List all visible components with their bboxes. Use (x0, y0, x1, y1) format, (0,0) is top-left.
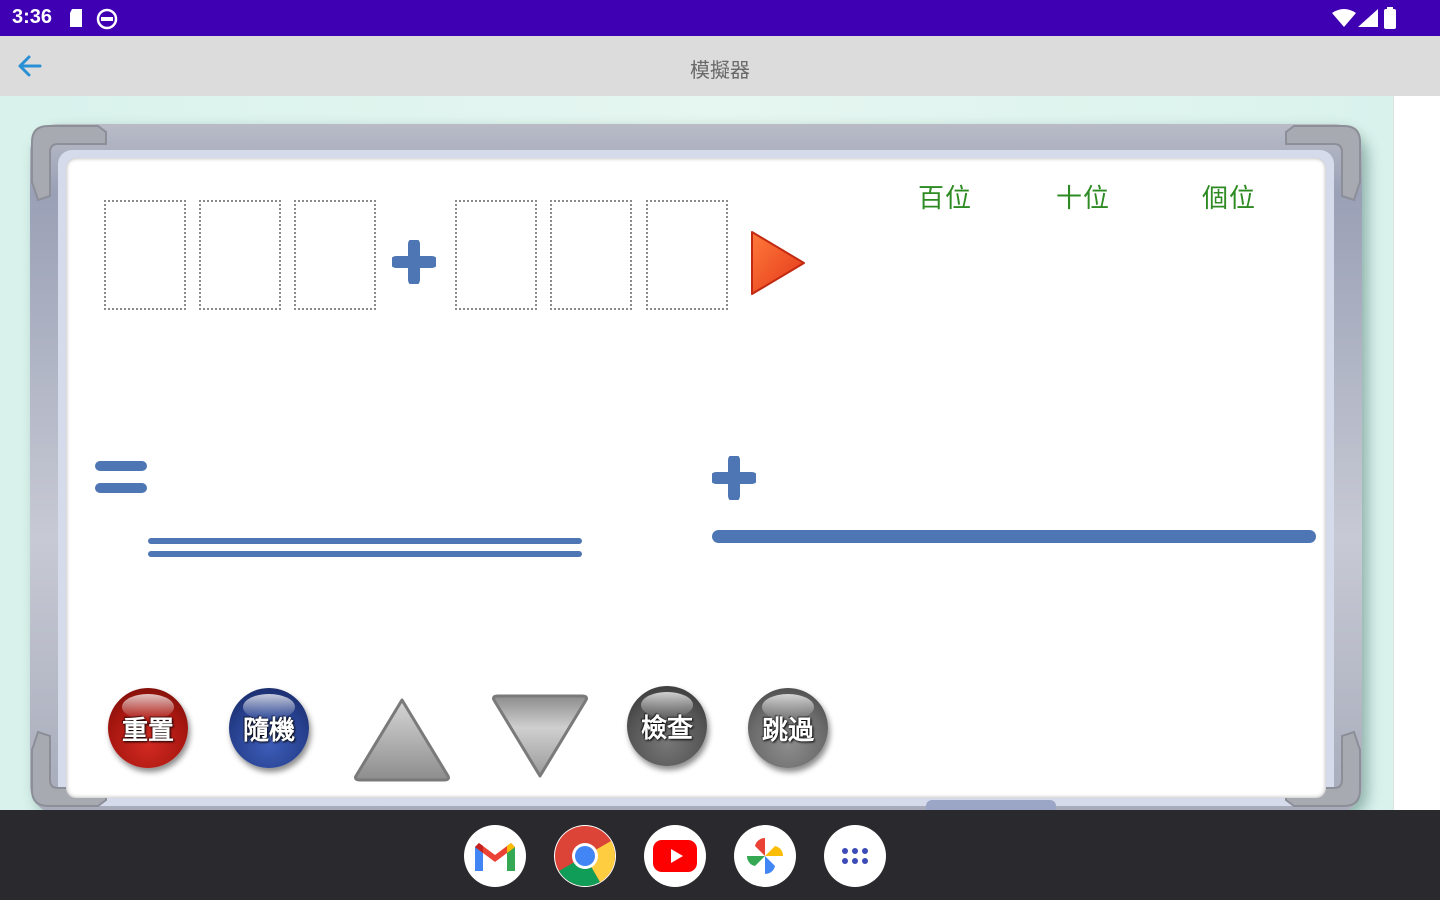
second-number-hundreds-box[interactable] (455, 200, 537, 310)
side-panel (1393, 96, 1440, 810)
youtube-logo (653, 840, 697, 872)
page-title: 模擬器 (690, 58, 750, 82)
ones-place-label: 個位 (1202, 184, 1257, 214)
status-time: 3:36 (12, 6, 53, 28)
check-button[interactable]: 檢查 (627, 686, 707, 766)
gmail-icon[interactable] (464, 825, 526, 887)
answer-line-bottom (148, 551, 582, 557)
chrome-icon[interactable] (554, 825, 616, 887)
reset-button[interactable]: 重置 (108, 688, 188, 768)
tens-place-label: 十位 (1056, 184, 1111, 214)
equals-icon (95, 461, 147, 493)
chrome-logo (555, 826, 615, 887)
frame-tray (926, 800, 1056, 810)
dots-grid-icon (842, 848, 868, 864)
sd-card-icon (70, 9, 82, 27)
photos-icon[interactable] (734, 825, 796, 887)
app-drawer-icon[interactable] (824, 825, 886, 887)
hundreds-place-label: 百位 (918, 184, 973, 214)
taskbar (0, 810, 1440, 900)
signal-icon (1358, 9, 1378, 27)
skip-button-label: 跳過 (761, 715, 814, 746)
youtube-icon[interactable] (644, 825, 706, 887)
first-number-hundreds-box[interactable] (104, 200, 186, 310)
check-button-label: 檢查 (640, 713, 693, 744)
photos-logo (746, 837, 784, 875)
reset-button-label: 重置 (121, 715, 174, 746)
second-number-ones-box[interactable] (646, 200, 728, 310)
up-arrow-button[interactable] (350, 694, 454, 784)
first-number-ones-box[interactable] (294, 200, 376, 310)
gmail-logo (475, 843, 515, 871)
random-button[interactable]: 隨機 (229, 688, 309, 768)
wifi-icon (1332, 9, 1356, 27)
battery-icon (1384, 7, 1396, 29)
skip-button[interactable]: 跳過 (748, 688, 828, 768)
first-number-tens-box[interactable] (199, 200, 281, 310)
status-bar: 3:36 (0, 0, 1440, 36)
vertical-plus-icon (712, 456, 756, 500)
app-bar: 模擬器 (0, 36, 1440, 96)
answer-line-top (148, 538, 582, 544)
second-number-tens-box[interactable] (550, 200, 632, 310)
sum-line (712, 530, 1316, 543)
vpn-icon (96, 8, 118, 30)
play-button[interactable] (748, 228, 808, 298)
down-arrow-button[interactable] (488, 692, 592, 782)
random-button-label: 隨機 (242, 715, 295, 746)
plus-icon (392, 240, 436, 284)
